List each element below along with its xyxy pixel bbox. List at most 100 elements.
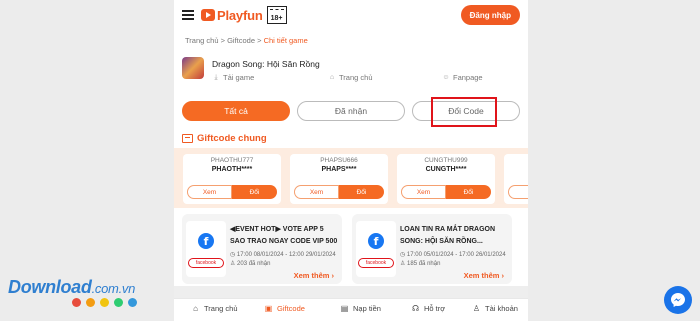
- watermark-dot: [128, 298, 137, 307]
- nav-topup[interactable]: ▤ Nạp tiền: [340, 304, 381, 313]
- gift-icon: ▣: [264, 304, 273, 313]
- giftcode-name: PHAPSU666: [320, 157, 358, 164]
- section-header: Giftcode chung: [182, 133, 267, 144]
- home-icon: ⌂: [193, 304, 198, 313]
- users-icon: ♙: [400, 261, 408, 267]
- giftcode-masked-value: PHAOTH****: [211, 166, 253, 173]
- clock-icon: ◷: [400, 252, 407, 258]
- fanpage-label: Fanpage: [453, 73, 483, 82]
- age-rating-badge: 18+: [266, 6, 287, 24]
- giftcode-card: PHAOTHU777 PHAOTH**** Xem Đổi: [183, 154, 281, 204]
- watermark-dot: [114, 298, 123, 307]
- nav-support-label: Hỗ trợ: [424, 304, 446, 313]
- nav-giftcode[interactable]: ▣ Giftcode: [264, 304, 305, 313]
- news-source: f facebook: [186, 221, 226, 277]
- breadcrumb-separator: >: [218, 36, 228, 45]
- news-card[interactable]: f facebook LOAN TIN RA MẮT DRAGON SONG: …: [352, 214, 512, 284]
- homepage-link[interactable]: ⌂ Trang chủ: [328, 73, 373, 82]
- tab-received[interactable]: Đã nhận: [297, 101, 405, 121]
- news-card[interactable]: f facebook ◀EVENT HOT▶ VOTE APP 5 SAO TR…: [182, 214, 342, 284]
- giftcode-card-partial: [504, 154, 528, 204]
- game-title: Dragon Song: Hội Săn Rồng: [212, 59, 320, 69]
- tab-all[interactable]: Tất cả: [182, 101, 290, 121]
- headset-icon: ☊: [411, 304, 420, 313]
- breadcrumb-separator: >: [255, 36, 264, 45]
- see-more-link[interactable]: Xem thêm ›: [294, 271, 334, 280]
- news-count-text: 185 đã nhận: [407, 261, 441, 267]
- news-count-text: 203 đã nhận: [237, 261, 271, 267]
- source-tag: facebook: [358, 258, 394, 268]
- giftcode-masked-value: PHAPS****: [321, 166, 357, 173]
- home-icon: ⌂: [329, 73, 335, 81]
- news-title: ◀EVENT HOT▶ VOTE APP 5 SAO TRAO NGAY COD…: [230, 226, 338, 245]
- download-icon: ⤓: [214, 73, 218, 81]
- breadcrumb-home[interactable]: Trang chủ: [185, 36, 219, 45]
- news-received-count: ♙ 203 đã nhận: [230, 260, 270, 267]
- news-date-text: 17:00 08/01/2024 - 12:00 29/01/2024: [236, 252, 336, 258]
- view-code-button-partial[interactable]: [508, 185, 528, 199]
- logo-text: Playfun: [217, 7, 263, 23]
- giftcode-name: PHAOTHU777: [210, 157, 254, 164]
- breadcrumb: Trang chủ > Giftcode > Chi tiết game: [185, 36, 308, 45]
- watermark-dots: [72, 298, 142, 307]
- redeem-code-button[interactable]: Đổi: [232, 185, 277, 199]
- nav-home-label: Trang chủ: [204, 304, 238, 313]
- news-source: f facebook: [356, 221, 396, 277]
- menu-icon[interactable]: [182, 10, 194, 20]
- nav-topup-label: Nạp tiền: [353, 304, 381, 313]
- nav-home[interactable]: ⌂ Trang chủ: [191, 304, 238, 313]
- content-continuation: [174, 286, 528, 298]
- users-icon: ♙: [230, 261, 238, 267]
- news-date-text: 17:00 05/01/2024 - 17:00 26/01/2024: [406, 252, 506, 258]
- breadcrumb-current: Chi tiết game: [263, 36, 308, 45]
- giftcode-card: PHAPSU666 PHAPS**** Xem Đổi: [290, 154, 388, 204]
- nav-giftcode-label: Giftcode: [277, 304, 305, 313]
- watermark-main: Download: [8, 277, 92, 297]
- fanpage-link[interactable]: ☺ Fanpage: [442, 73, 483, 82]
- news-date: ◷ 17:00 08/01/2024 - 12:00 29/01/2024: [230, 251, 336, 258]
- nav-account[interactable]: ♙ Tài khoản: [472, 304, 518, 313]
- age-rating-text: 18+: [270, 15, 283, 22]
- download-game-link[interactable]: ⤓ Tải game: [212, 73, 254, 82]
- homepage-label: Trang chủ: [339, 73, 373, 82]
- view-code-button[interactable]: Xem: [294, 185, 339, 199]
- news-date: ◷ 17:00 05/01/2024 - 17:00 26/01/2024: [400, 251, 506, 258]
- facebook-icon: f: [198, 233, 214, 249]
- watermark-suffix: .com.vn: [91, 281, 136, 296]
- giftcode-card: CUNGTHU999 CUNGTH**** Xem Đổi: [397, 154, 495, 204]
- nav-account-label: Tài khoản: [485, 304, 518, 313]
- header: Playfun 18+ Đăng nhập: [174, 0, 528, 30]
- watermark: Download.com.vn: [8, 277, 135, 298]
- see-more-link[interactable]: Xem thêm ›: [464, 271, 504, 280]
- nav-support[interactable]: ☊ Hỗ trợ: [411, 304, 445, 313]
- watermark-dot: [72, 298, 81, 307]
- thumbs-up-icon: ☺: [442, 73, 450, 81]
- view-code-button[interactable]: Xem: [401, 185, 446, 199]
- news-title: LOAN TIN RA MẮT DRAGON SONG: HỘI SĂN RỒN…: [400, 226, 496, 245]
- source-tag: facebook: [188, 258, 224, 268]
- redeem-code-button[interactable]: Đổi: [446, 185, 491, 199]
- redeem-code-button[interactable]: Đổi: [339, 185, 384, 199]
- watermark-dot: [86, 298, 95, 307]
- giftcode-masked-value: CUNGTH****: [425, 166, 467, 173]
- login-button[interactable]: Đăng nhập: [460, 5, 520, 25]
- highlight-annotation: [431, 97, 497, 127]
- giftcode-name: CUNGTHU999: [424, 157, 468, 164]
- play-logo-icon: [201, 9, 215, 21]
- messenger-chat-icon[interactable]: [664, 286, 692, 314]
- section-title: Giftcode chung: [197, 133, 267, 144]
- mobile-page: Playfun 18+ Đăng nhập Trang chủ > Giftco…: [174, 0, 528, 321]
- breadcrumb-giftcode[interactable]: Giftcode: [227, 36, 255, 45]
- gift-box-icon: [182, 134, 193, 143]
- game-thumbnail: [182, 57, 204, 79]
- messenger-bolt-icon: [671, 293, 685, 307]
- download-game-label: Tải game: [223, 73, 255, 82]
- logo[interactable]: Playfun 18+: [201, 6, 287, 24]
- user-icon: ♙: [472, 304, 481, 313]
- facebook-icon: f: [368, 233, 384, 249]
- news-received-count: ♙ 185 đã nhận: [400, 260, 440, 267]
- bottom-navigation: ⌂ Trang chủ ▣ Giftcode ▤ Nạp tiền ☊ Hỗ t…: [174, 298, 528, 321]
- clock-icon: ◷: [230, 252, 237, 258]
- view-code-button[interactable]: Xem: [187, 185, 232, 199]
- wallet-icon: ▤: [340, 304, 349, 313]
